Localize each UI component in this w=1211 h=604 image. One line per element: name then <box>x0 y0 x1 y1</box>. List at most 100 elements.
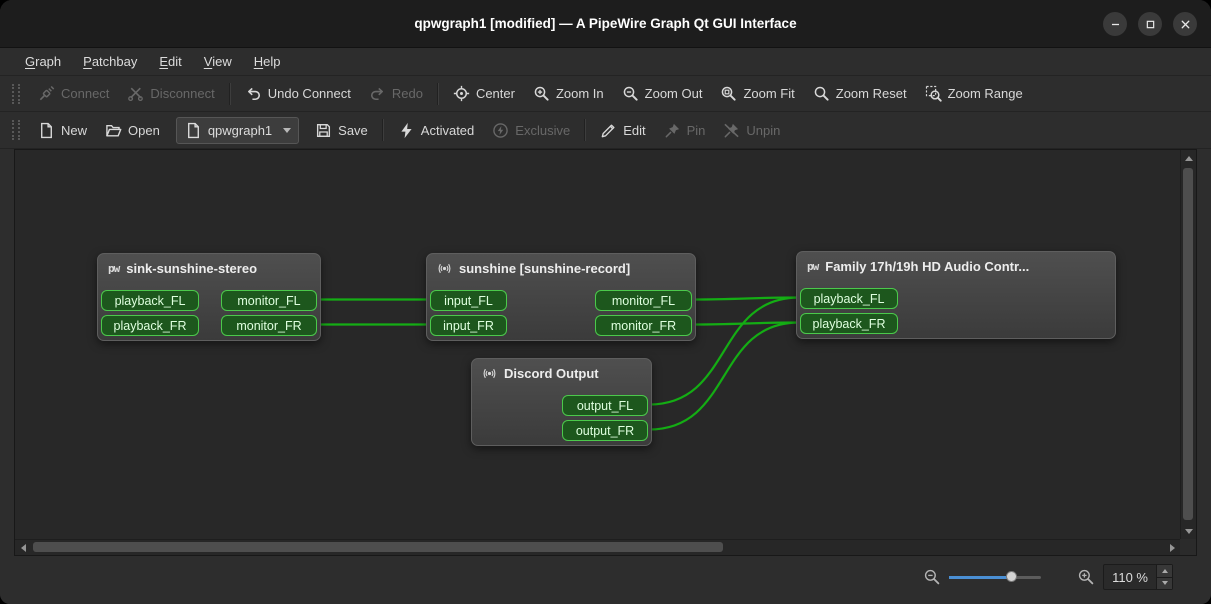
node-output-port[interactable]: monitor_FR <box>595 315 692 336</box>
graph-node-sunshine[interactable]: sunshine [sunshine-record] input_FL inpu… <box>426 253 696 341</box>
zoom-fit-button[interactable]: Zoom Fit <box>711 80 803 107</box>
zoom-slider[interactable] <box>949 568 1041 586</box>
window-title: qpwgraph1 [modified] — A PipeWire Graph … <box>414 16 796 31</box>
zoom-in-button[interactable]: Zoom In <box>524 80 613 107</box>
center-icon <box>453 85 470 102</box>
redo-icon <box>369 85 386 102</box>
node-input-port[interactable]: playback_FL <box>800 288 898 309</box>
connect-button[interactable]: Connect <box>29 80 118 107</box>
graph-node-family-hd-audio[interactable]: pw Family 17h/19h HD Audio Contr... play… <box>796 251 1116 339</box>
node-output-port[interactable]: monitor_FR <box>221 315 317 336</box>
maximize-button[interactable] <box>1138 12 1162 36</box>
zoom-range-icon <box>925 85 942 102</box>
node-output-port[interactable]: monitor_FL <box>595 290 692 311</box>
scroll-left-button[interactable] <box>15 540 31 556</box>
zoom-out-button[interactable]: Zoom Out <box>613 80 712 107</box>
audio-node-icon <box>437 261 452 276</box>
chevron-down-icon <box>283 128 291 133</box>
pin-icon <box>664 122 681 139</box>
graph-view: pw sink-sunshine-stereo playback_FL play… <box>14 149 1197 556</box>
graph-toolbar: Connect Disconnect Undo Connect Redo Cen… <box>0 76 1211 112</box>
titlebar[interactable]: qpwgraph1 [modified] — A PipeWire Graph … <box>0 0 1211 48</box>
menu-edit[interactable]: Edit <box>148 50 192 73</box>
zoom-in-icon[interactable] <box>1077 568 1095 586</box>
edit-button[interactable]: Edit <box>591 117 654 144</box>
spin-up-button[interactable] <box>1157 565 1172 577</box>
node-header: Discord Output <box>472 359 651 381</box>
scrollbar-corner <box>1180 539 1196 555</box>
edit-pencil-icon <box>600 122 617 139</box>
disconnect-button[interactable]: Disconnect <box>118 80 223 107</box>
menu-help[interactable]: Help <box>243 50 292 73</box>
zoom-range-button[interactable]: Zoom Range <box>916 80 1032 107</box>
node-input-port[interactable]: playback_FL <box>101 290 199 311</box>
node-input-port[interactable]: input_FR <box>430 315 507 336</box>
zoom-slider-handle[interactable] <box>1006 571 1017 582</box>
file-icon <box>185 122 202 139</box>
audio-node-icon <box>482 366 497 381</box>
activated-button[interactable]: Activated <box>389 117 483 144</box>
zoom-fit-icon <box>720 85 737 102</box>
node-output-port[interactable]: output_FL <box>562 395 648 416</box>
qpwgraph-window: qpwgraph1 [modified] — A PipeWire Graph … <box>0 0 1211 604</box>
undo-connect-button[interactable]: Undo Connect <box>236 80 360 107</box>
graph-node-sink-sunshine-stereo[interactable]: pw sink-sunshine-stereo playback_FL play… <box>97 253 321 341</box>
redo-button[interactable]: Redo <box>360 80 432 107</box>
open-button[interactable]: Open <box>96 117 169 144</box>
unpin-button[interactable]: Unpin <box>714 117 789 144</box>
node-input-port[interactable]: playback_FR <box>800 313 898 334</box>
menu-graph[interactable]: Graph <box>14 50 72 73</box>
save-button[interactable]: Save <box>306 117 377 144</box>
patchbay-profile-combo[interactable]: qpwgraph1 <box>176 117 299 144</box>
toolbar-separator <box>584 119 586 141</box>
node-title: Discord Output <box>504 366 599 381</box>
connections-layer <box>15 150 1180 539</box>
zoom-reset-button[interactable]: Zoom Reset <box>804 80 916 107</box>
node-input-port[interactable]: playback_FR <box>101 315 199 336</box>
activated-bolt-icon <box>398 122 415 139</box>
zoom-out-icon[interactable] <box>923 568 941 586</box>
node-title: sink-sunshine-stereo <box>126 261 257 276</box>
scroll-up-button[interactable] <box>1181 150 1197 166</box>
exclusive-button[interactable]: Exclusive <box>483 117 579 144</box>
desktop: qpwgraph1 [modified] — A PipeWire Graph … <box>0 0 1211 604</box>
node-header: pw Family 17h/19h HD Audio Contr... <box>797 252 1115 274</box>
connect-icon <box>38 85 55 102</box>
horizontal-scrollbar[interactable] <box>15 539 1180 555</box>
statusbar: 110 % <box>0 556 1211 604</box>
menubar: Graph Patchbay Edit View Help <box>0 48 1211 76</box>
zoom-spinbox[interactable]: 110 % <box>1103 564 1173 590</box>
horizontal-scrollbar-thumb[interactable] <box>33 542 723 552</box>
pipewire-icon: pw <box>807 260 818 273</box>
toolbar-handle[interactable] <box>12 120 20 140</box>
zoom-value[interactable]: 110 % <box>1104 565 1156 589</box>
minimize-button[interactable] <box>1103 12 1127 36</box>
scroll-right-button[interactable] <box>1164 540 1180 556</box>
node-title: sunshine [sunshine-record] <box>459 261 630 276</box>
spin-down-button[interactable] <box>1157 577 1172 590</box>
save-icon <box>315 122 332 139</box>
close-button[interactable] <box>1173 12 1197 36</box>
node-title: Family 17h/19h HD Audio Contr... <box>825 259 1029 274</box>
pin-button[interactable]: Pin <box>655 117 715 144</box>
vertical-scrollbar-thumb[interactable] <box>1183 168 1193 520</box>
toolbar-handle[interactable] <box>12 84 20 104</box>
zoom-in-icon <box>533 85 550 102</box>
scroll-down-button[interactable] <box>1181 523 1197 539</box>
zoom-reset-icon <box>813 85 830 102</box>
center-button[interactable]: Center <box>444 80 524 107</box>
exclusive-icon <box>492 122 509 139</box>
node-input-port[interactable]: input_FL <box>430 290 507 311</box>
vertical-scrollbar[interactable] <box>1180 150 1196 539</box>
menu-view[interactable]: View <box>193 50 243 73</box>
node-output-port[interactable]: output_FR <box>562 420 648 441</box>
toolbar-separator <box>229 83 231 105</box>
graph-canvas[interactable]: pw sink-sunshine-stereo playback_FL play… <box>15 150 1180 539</box>
graph-node-discord-output[interactable]: Discord Output output_FL output_FR <box>471 358 652 446</box>
patchbay-toolbar: New Open qpwgraph1 Save Activated <box>0 112 1211 149</box>
zoom-slider-fill <box>949 576 1011 579</box>
node-header: sunshine [sunshine-record] <box>427 254 695 276</box>
new-button[interactable]: New <box>29 117 96 144</box>
node-output-port[interactable]: monitor_FL <box>221 290 317 311</box>
menu-patchbay[interactable]: Patchbay <box>72 50 148 73</box>
